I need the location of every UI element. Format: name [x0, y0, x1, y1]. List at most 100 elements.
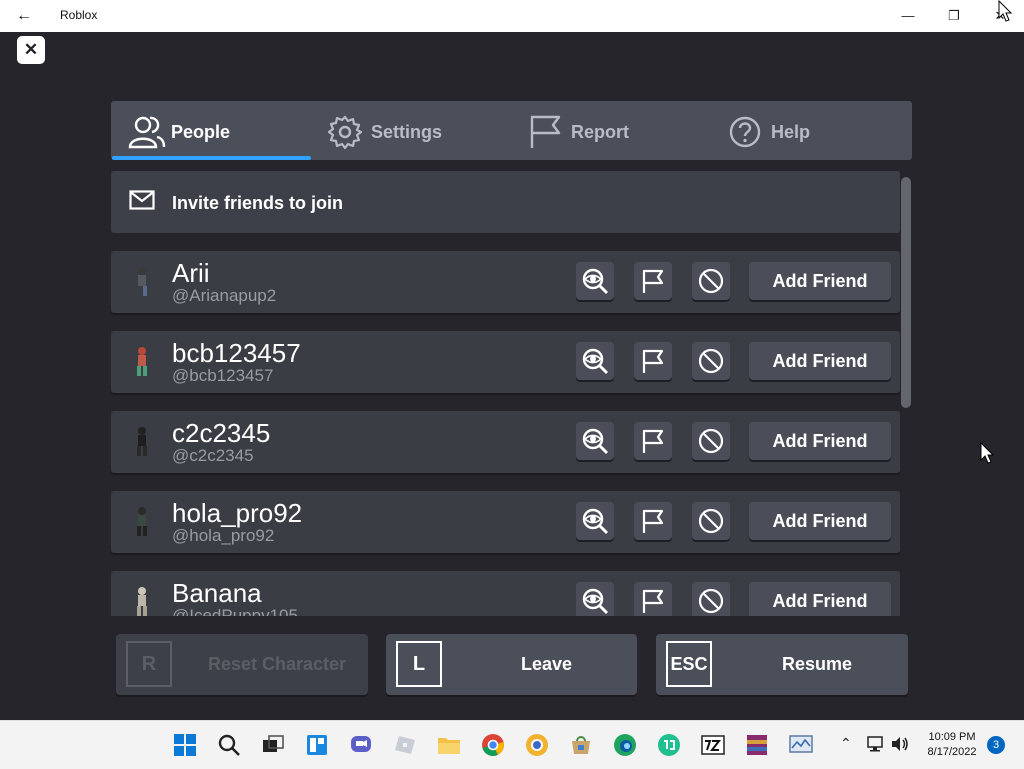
tab-report[interactable]: Report	[511, 101, 711, 160]
help-icon	[729, 116, 761, 148]
flag-icon	[642, 509, 664, 533]
invite-label: Invite friends to join	[172, 193, 344, 213]
report-player-button[interactable]	[634, 582, 672, 616]
inspect-icon	[582, 588, 609, 615]
taskbar: ⌃ 10:09 PM 8/17/2022	[0, 720, 1024, 769]
leave-button[interactable]: L Leave	[386, 634, 637, 695]
avatar	[137, 507, 147, 536]
windows-start-icon[interactable]	[173, 733, 197, 757]
player-display-name: Banana	[172, 578, 262, 608]
task-view-icon[interactable]	[261, 733, 285, 757]
add-friend-button[interactable]: Add Friend	[749, 342, 891, 380]
tab-label: Settings	[371, 122, 443, 142]
7zip-icon[interactable]	[701, 733, 725, 757]
block-icon	[698, 588, 724, 614]
player-username: @Arianapup2	[172, 286, 277, 305]
close-menu-button[interactable]: ✕	[17, 36, 45, 64]
flag-icon	[530, 115, 561, 148]
block-button[interactable]	[692, 422, 730, 460]
player-row: hola_pro92 @hola_pro92 Add Friend	[111, 491, 900, 553]
inspect-icon	[582, 508, 609, 535]
notification-badge[interactable]: 3	[987, 736, 1005, 754]
active-tab-indicator	[112, 156, 311, 160]
button-label: Reset Character	[207, 654, 347, 674]
add-friend-button[interactable]: Add Friend	[749, 262, 891, 300]
resume-button[interactable]: ESC Resume	[656, 634, 908, 695]
player-username: @hola_pro92	[172, 526, 275, 545]
window-title: Roblox	[60, 8, 98, 22]
inspect-button[interactable]	[576, 582, 614, 616]
tab-label: Report	[571, 122, 629, 142]
reset-character-button[interactable]: R Reset Character	[116, 634, 368, 695]
network-icon[interactable]	[866, 734, 886, 754]
block-button[interactable]	[692, 502, 730, 540]
inspect-button[interactable]	[576, 502, 614, 540]
player-username: @c2c2345	[172, 446, 254, 465]
clock[interactable]: 10:09 PM 8/17/2022	[918, 730, 986, 760]
inspect-icon	[582, 348, 609, 375]
edge-icon[interactable]	[613, 733, 637, 757]
mouse-cursor-icon	[980, 442, 994, 464]
inspect-button[interactable]	[576, 422, 614, 460]
menu-tab-bar: People Settings Report Help	[111, 101, 912, 160]
player-row: Banana @IcedPuppy105 Add Friend	[111, 571, 900, 616]
add-friend-button[interactable]: Add Friend	[749, 582, 891, 616]
minimize-button[interactable]: —	[898, 6, 918, 26]
flag-icon	[642, 349, 664, 373]
monitor-icon[interactable]	[789, 733, 813, 757]
title-bar: ← Roblox — ❐ ✕	[0, 0, 1024, 32]
block-button[interactable]	[692, 582, 730, 616]
block-button[interactable]	[692, 342, 730, 380]
list-scrollbar[interactable]	[901, 177, 911, 408]
report-player-button[interactable]	[634, 502, 672, 540]
people-icon	[128, 116, 166, 149]
chrome-canary-icon[interactable]	[525, 733, 549, 757]
tab-label: People	[171, 122, 231, 142]
people-list: Invite friends to join Arii @Arianapup2 …	[111, 171, 901, 616]
player-display-name: bcb123457	[172, 338, 301, 368]
volume-icon[interactable]	[890, 734, 910, 754]
tab-help[interactable]: Help	[711, 101, 911, 160]
widgets-icon[interactable]	[305, 733, 329, 757]
clock-date: 8/17/2022	[927, 746, 977, 758]
player-username: @IcedPuppy105	[172, 606, 298, 616]
report-player-button[interactable]	[634, 422, 672, 460]
flag-icon	[642, 429, 664, 453]
inspect-button[interactable]	[576, 342, 614, 380]
block-button[interactable]	[692, 262, 730, 300]
key-hint: L	[396, 641, 442, 687]
chrome-icon[interactable]	[481, 733, 505, 757]
tab-settings[interactable]: Settings	[311, 101, 511, 160]
player-row: c2c2345 @c2c2345 Add Friend	[111, 411, 900, 473]
add-friend-button[interactable]: Add Friend	[749, 422, 891, 460]
file-explorer-icon[interactable]	[437, 733, 461, 757]
chat-icon[interactable]	[349, 733, 373, 757]
button-label: Resume	[781, 654, 853, 674]
app-icon[interactable]	[657, 733, 681, 757]
report-player-button[interactable]	[634, 262, 672, 300]
mouse-cursor-icon	[998, 0, 1012, 22]
inspect-icon	[582, 268, 609, 295]
avatar	[137, 587, 147, 616]
key-hint: ESC	[666, 641, 712, 687]
tab-people[interactable]: People	[111, 101, 311, 160]
player-display-name: hola_pro92	[172, 498, 303, 528]
block-icon	[698, 268, 724, 294]
player-row: bcb123457 @bcb123457 Add Friend	[111, 331, 900, 393]
chevron-up-icon[interactable]: ⌃	[840, 735, 852, 752]
invite-friends-button[interactable]: Invite friends to join	[111, 171, 900, 233]
search-icon[interactable]	[217, 733, 241, 757]
inspect-icon	[582, 428, 609, 455]
report-player-button[interactable]	[634, 342, 672, 380]
restore-button[interactable]: ❐	[944, 6, 964, 26]
inspect-button[interactable]	[576, 262, 614, 300]
roblox-icon[interactable]	[393, 733, 417, 757]
back-button[interactable]: ←	[14, 6, 34, 26]
player-username: @bcb123457	[172, 366, 274, 385]
add-friend-button[interactable]: Add Friend	[749, 502, 891, 540]
clock-time: 10:09 PM	[928, 731, 976, 743]
avatar	[137, 347, 147, 376]
store-icon[interactable]	[569, 733, 593, 757]
winrar-icon[interactable]	[745, 733, 769, 757]
avatar	[137, 267, 147, 296]
